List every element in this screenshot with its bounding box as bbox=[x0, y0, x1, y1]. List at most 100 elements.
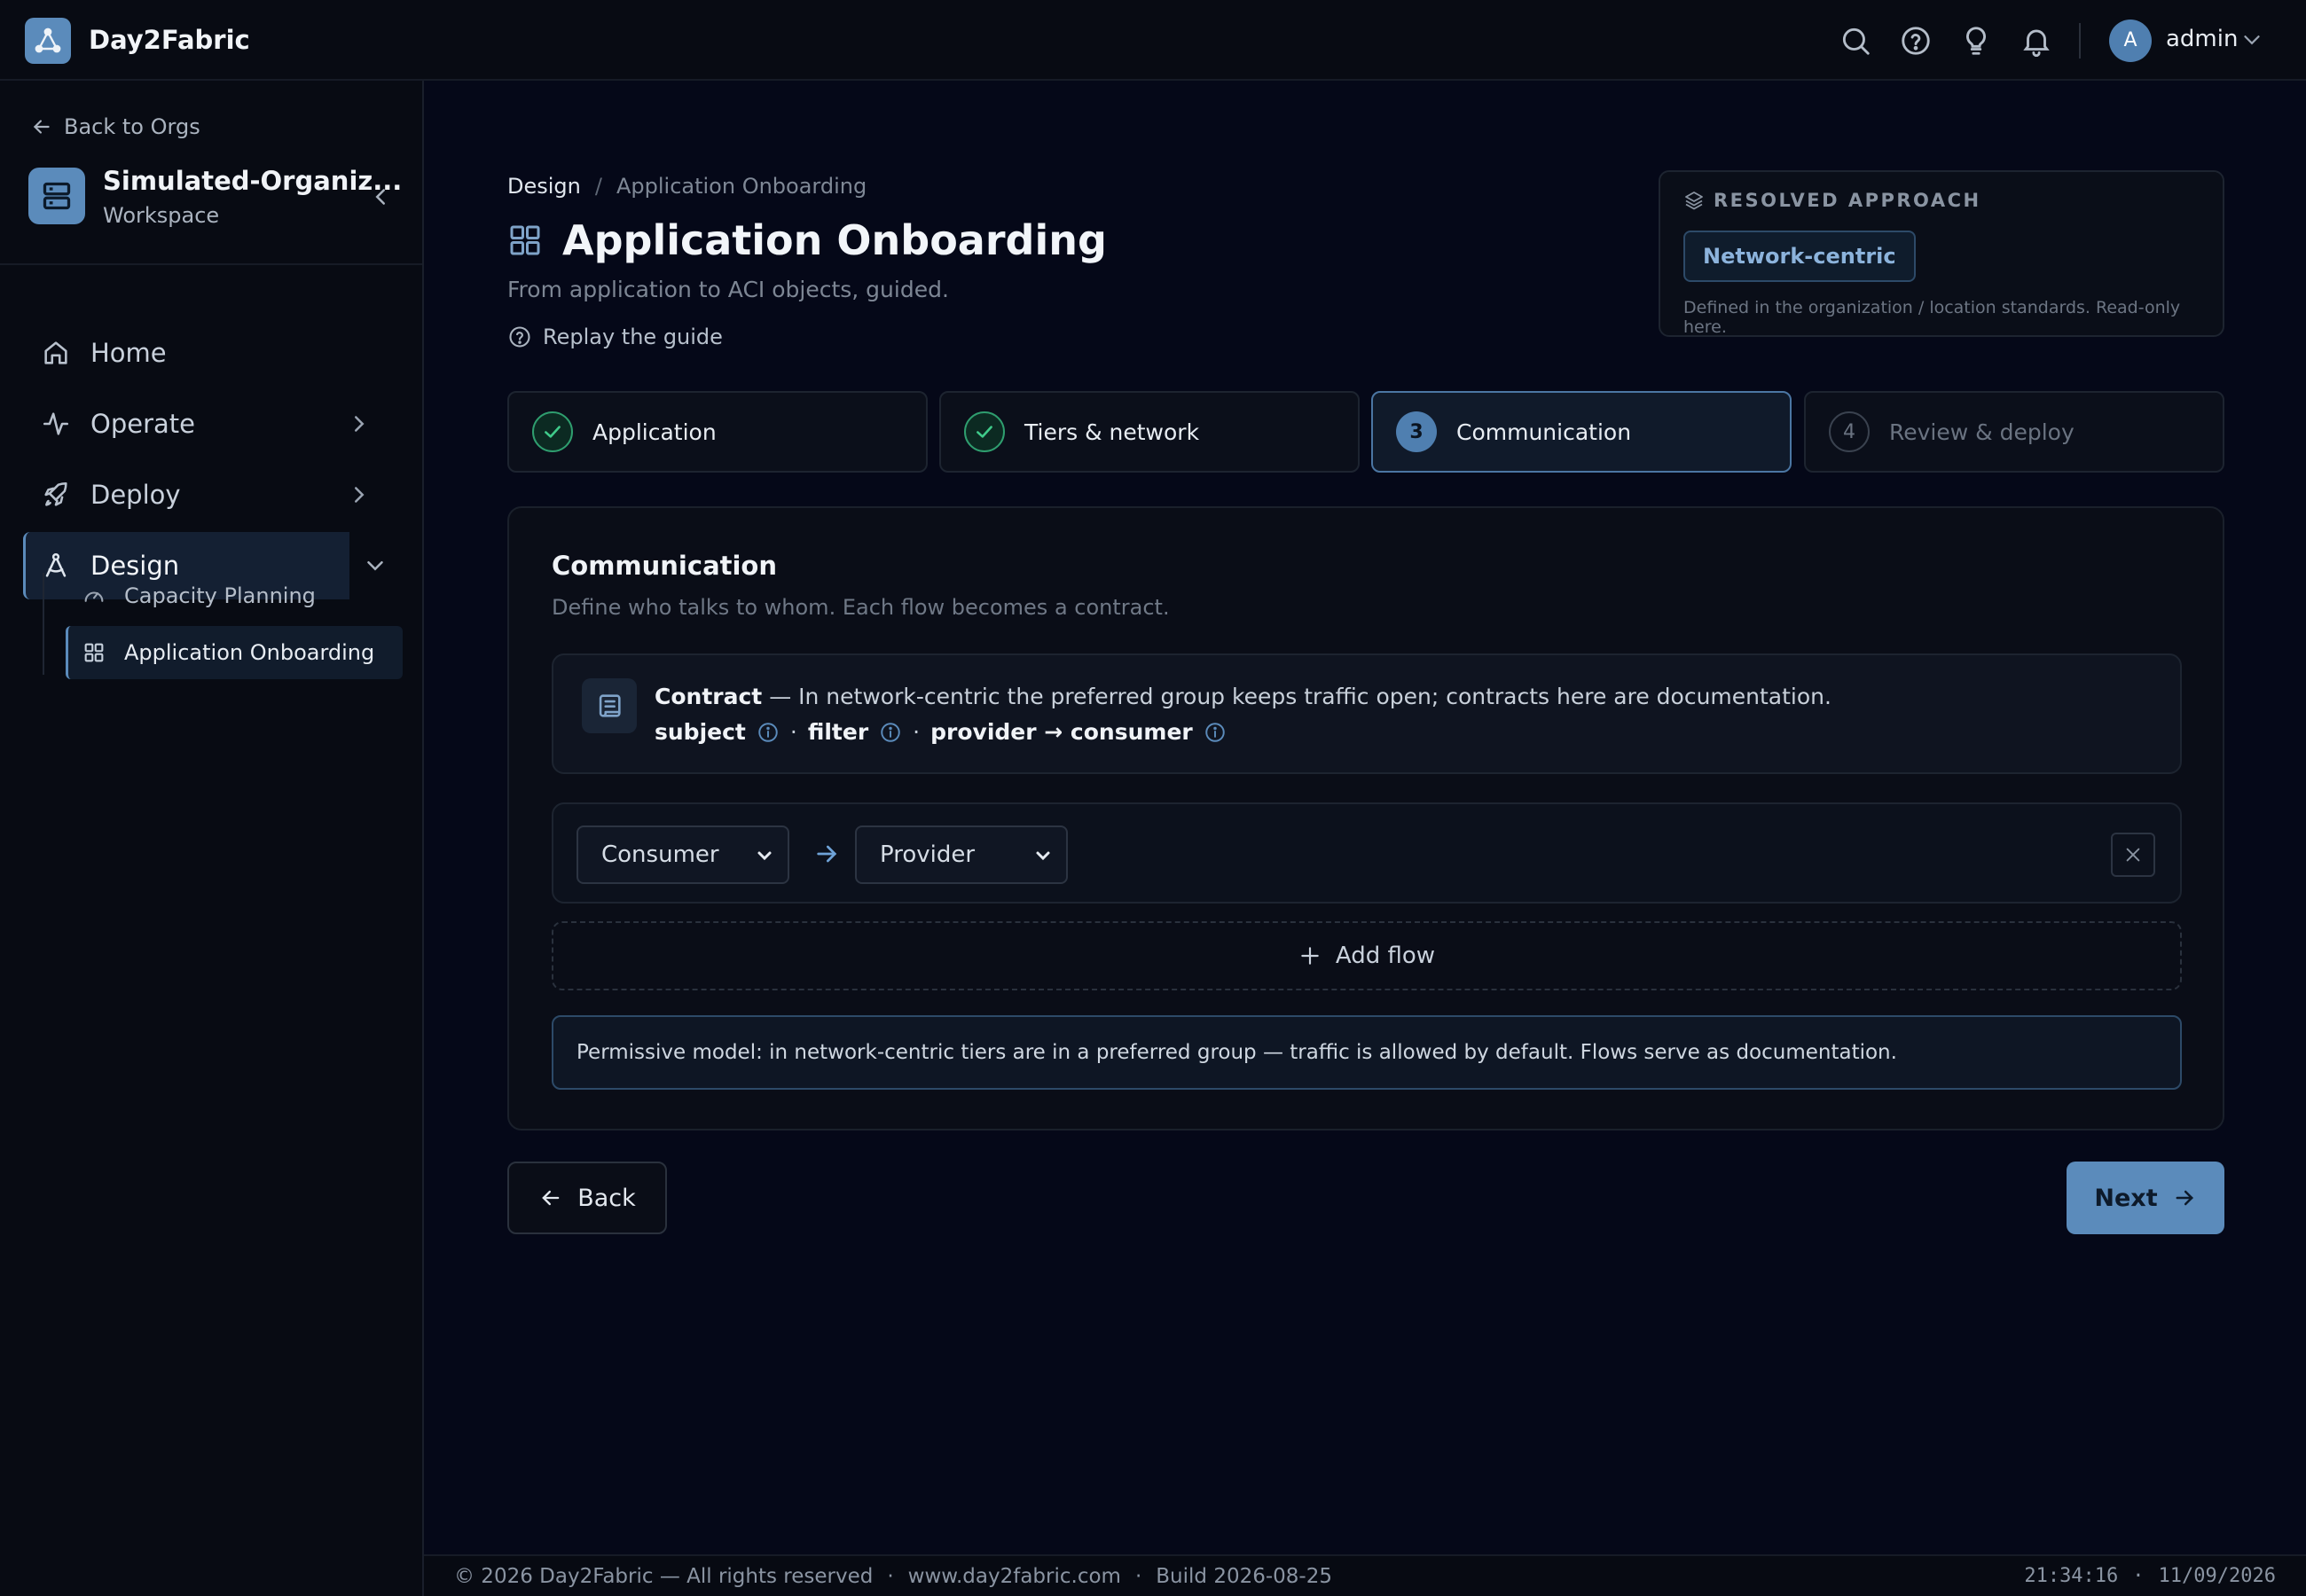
sidebar-item-label: Home bbox=[90, 338, 167, 368]
plus-icon bbox=[1298, 944, 1322, 967]
step-review-deploy[interactable]: 4 Review & deploy bbox=[1804, 391, 2224, 473]
term-filter: filter bbox=[807, 719, 869, 745]
chevron-down-icon bbox=[1032, 845, 1054, 866]
contract-term: Contract bbox=[655, 684, 763, 709]
consumer-select-value: Consumer bbox=[601, 841, 719, 868]
communication-card: Communication Define who talks to whom. … bbox=[507, 506, 2224, 1130]
term-subject: subject bbox=[655, 719, 746, 745]
provider-select[interactable]: Provider bbox=[855, 825, 1068, 884]
lightbulb-icon[interactable] bbox=[1959, 24, 1993, 58]
org-name[interactable]: Simulated-Organiz... bbox=[103, 166, 402, 196]
add-flow-label: Add flow bbox=[1335, 943, 1436, 969]
help-circle-icon bbox=[507, 325, 532, 349]
server-icon bbox=[28, 168, 85, 224]
breadcrumb-design-link[interactable]: Design bbox=[507, 174, 581, 199]
sidebar-item-label: Deploy bbox=[90, 480, 181, 510]
page-title: Application Onboarding bbox=[562, 216, 1107, 264]
next-button-label: Next bbox=[2094, 1184, 2158, 1212]
term-provider-consumer: provider → consumer bbox=[930, 719, 1193, 745]
sidebar-item-operate[interactable]: Operate bbox=[23, 390, 396, 458]
replay-guide-label: Replay the guide bbox=[543, 325, 723, 349]
back-button[interactable]: Back bbox=[507, 1162, 667, 1234]
notifications-bell-icon[interactable] bbox=[2020, 24, 2053, 58]
page-subtitle: From application to ACI objects, guided. bbox=[507, 277, 949, 302]
next-button[interactable]: Next bbox=[2067, 1162, 2224, 1234]
app-brand: Day2Fabric bbox=[89, 25, 250, 55]
footer-separator: · bbox=[2132, 1565, 2145, 1587]
app-logo-icon[interactable] bbox=[25, 18, 71, 64]
consumer-select[interactable]: Consumer bbox=[576, 825, 789, 884]
footer-time: 21:34:16 bbox=[2024, 1565, 2119, 1587]
replay-guide-link[interactable]: Replay the guide bbox=[507, 325, 723, 349]
layers-icon bbox=[1683, 190, 1705, 211]
footer-build: Build 2026-08-25 bbox=[1156, 1565, 1332, 1588]
permissive-model-notice: Permissive model: in network-centric tie… bbox=[552, 1015, 2182, 1090]
card-subtitle: Define who talks to whom. Each flow beco… bbox=[552, 595, 1170, 620]
breadcrumb-current: Application Onboarding bbox=[616, 174, 867, 199]
sidebar-item-home[interactable]: Home bbox=[23, 319, 396, 387]
flow-row: Consumer Provider bbox=[552, 802, 2182, 904]
add-flow-button[interactable]: Add flow bbox=[552, 921, 2182, 990]
grid-icon bbox=[507, 223, 543, 258]
term-separator: · bbox=[789, 719, 797, 745]
resolved-approach-heading: RESOLVED APPROACH bbox=[1683, 190, 1981, 211]
step-number: 4 bbox=[1829, 411, 1870, 452]
step-label: Review & deploy bbox=[1889, 419, 2075, 445]
contract-description: Contract — In network-centric the prefer… bbox=[655, 684, 1831, 709]
info-icon[interactable] bbox=[879, 721, 902, 744]
resolved-approach-title: RESOLVED APPROACH bbox=[1714, 190, 1981, 211]
step-communication[interactable]: 3 Communication bbox=[1371, 391, 1792, 473]
info-icon[interactable] bbox=[757, 721, 780, 744]
arrow-left-icon bbox=[30, 115, 53, 138]
sidebar-divider bbox=[0, 263, 422, 265]
arrow-left-icon bbox=[538, 1185, 563, 1210]
arrow-right-icon bbox=[2172, 1185, 2197, 1210]
breadcrumb-separator: / bbox=[594, 174, 602, 199]
search-icon[interactable] bbox=[1839, 24, 1872, 58]
resolved-approach-badge: Network-centric bbox=[1683, 231, 1916, 282]
contract-terms: subject · filter · provider → consumer bbox=[655, 719, 1227, 745]
breadcrumb: Design / Application Onboarding bbox=[507, 174, 867, 199]
remove-flow-close-icon[interactable] bbox=[2111, 833, 2155, 877]
arrow-right-icon bbox=[812, 840, 841, 868]
provider-select-value: Provider bbox=[880, 841, 976, 868]
resolved-approach-note: Defined in the organization / location s… bbox=[1683, 298, 2181, 337]
help-icon[interactable] bbox=[1899, 24, 1933, 58]
gauge-icon bbox=[82, 583, 106, 608]
footer: © 2026 Day2Fabric — All rights reserved … bbox=[424, 1554, 2306, 1596]
card-title: Communication bbox=[552, 551, 778, 581]
activity-icon bbox=[41, 409, 71, 439]
chevron-right-icon bbox=[346, 411, 373, 437]
contract-text: — In network-centric the preferred group… bbox=[762, 684, 1831, 709]
step-tiers-network[interactable]: Tiers & network bbox=[939, 391, 1360, 473]
back-to-orgs-link[interactable]: Back to Orgs bbox=[30, 113, 200, 141]
back-button-label: Back bbox=[577, 1184, 636, 1212]
top-bar: Day2Fabric A admin bbox=[0, 0, 2306, 81]
footer-website-link[interactable]: www.day2fabric.com bbox=[908, 1565, 1121, 1588]
footer-separator: · bbox=[1134, 1565, 1142, 1588]
topbar-divider bbox=[2079, 23, 2081, 59]
info-icon[interactable] bbox=[1204, 721, 1227, 744]
sidebar-item-capacity-planning[interactable]: Capacity Planning bbox=[66, 569, 403, 622]
step-application[interactable]: Application bbox=[507, 391, 928, 473]
contract-info-box: Contract — In network-centric the prefer… bbox=[552, 653, 2182, 774]
step-label: Communication bbox=[1456, 419, 1632, 445]
footer-date: 11/09/2026 bbox=[2158, 1565, 2276, 1587]
footer-copyright: © 2026 Day2Fabric — All rights reserved bbox=[454, 1565, 874, 1588]
user-menu-chevron-down-icon[interactable] bbox=[2239, 27, 2265, 53]
collapse-sidebar-chevron-left-icon[interactable] bbox=[367, 184, 394, 210]
sidebar-item-deploy[interactable]: Deploy bbox=[23, 461, 396, 528]
step-number: 3 bbox=[1396, 411, 1437, 452]
user-name[interactable]: admin bbox=[2166, 26, 2238, 52]
home-icon bbox=[41, 338, 71, 368]
user-avatar[interactable]: A bbox=[2109, 20, 2152, 62]
chevron-right-icon bbox=[346, 481, 373, 508]
org-workspace-label: Workspace bbox=[103, 203, 220, 228]
submenu-guide-line bbox=[43, 573, 44, 675]
sidebar-item-application-onboarding[interactable]: Application Onboarding bbox=[66, 626, 403, 679]
sidebar-item-label: Operate bbox=[90, 409, 195, 439]
footer-separator: · bbox=[887, 1565, 894, 1588]
scroll-icon bbox=[582, 678, 637, 733]
resolved-approach-panel: RESOLVED APPROACH Network-centric Define… bbox=[1659, 170, 2224, 337]
sidebar: Back to Orgs Simulated-Organiz... Worksp… bbox=[0, 81, 424, 1596]
